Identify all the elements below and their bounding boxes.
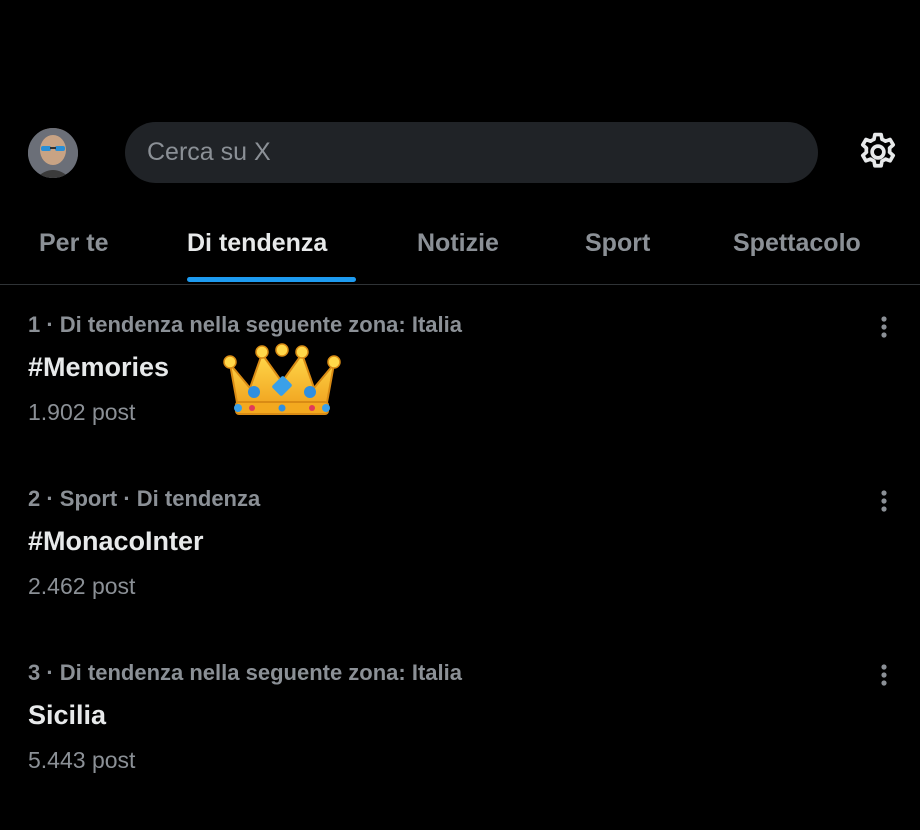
trend-item[interactable]: 1 · Di tendenza nella seguente zona: Ita… (0, 312, 920, 482)
search-input[interactable] (125, 122, 818, 183)
more-vertical-icon[interactable] (872, 662, 896, 690)
trend-item[interactable]: 2 · Sport · Di tendenza #MonacoInter 2.4… (0, 486, 920, 656)
trend-post-count: 2.462 post (28, 573, 136, 599)
tab-spettacolo[interactable]: Spettacolo (733, 229, 861, 258)
tab-sport[interactable]: Sport (585, 229, 650, 258)
trend-meta: 3 · Di tendenza nella seguente zona: Ita… (28, 660, 462, 685)
trend-item[interactable]: 3 · Di tendenza nella seguente zona: Ita… (0, 660, 920, 830)
trend-name: #MonacoInter (28, 526, 204, 556)
avatar-image (28, 128, 78, 178)
trend-name: Sicilia (28, 700, 107, 730)
more-vertical-icon[interactable] (872, 314, 896, 342)
trend-meta: 1 · Di tendenza nella seguente zona: Ita… (28, 312, 462, 337)
trend-post-count: 5.443 post (28, 747, 136, 773)
crown-emoji (223, 343, 341, 415)
tab-notizie[interactable]: Notizie (417, 229, 499, 258)
trend-meta: 2 · Sport · Di tendenza (28, 486, 261, 511)
active-tab-indicator (187, 277, 356, 282)
tab-per-te[interactable]: Per te (39, 229, 108, 258)
avatar[interactable] (28, 128, 78, 178)
tab-di-tendenza[interactable]: Di tendenza (187, 229, 327, 258)
more-vertical-icon[interactable] (872, 488, 896, 516)
trend-name: #Memories (28, 352, 170, 382)
trend-post-count: 1.902 post (28, 399, 136, 425)
tab-bar: Per te Di tendenza Notizie Sport Spettac… (0, 215, 920, 285)
top-bar (0, 0, 920, 215)
gear-icon[interactable] (856, 130, 900, 174)
